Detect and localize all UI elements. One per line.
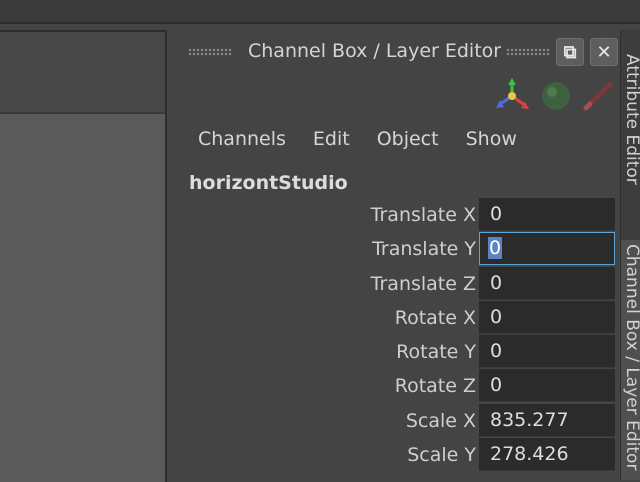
attribute-label[interactable]: Rotate Y [396,341,476,363]
attribute-value-field[interactable]: 0 [479,266,615,300]
attribute-label[interactable]: Scale X [406,410,476,432]
attribute-row-translate-y: Translate Y 0 [170,232,620,266]
attribute-label[interactable]: Translate X [371,204,476,226]
menu-edit[interactable]: Edit [313,128,350,156]
attribute-row-rotate-x: Rotate X 0 [170,300,620,335]
attribute-label[interactable]: Translate Z [371,273,476,295]
selected-object-name[interactable]: horizontStudio [189,172,348,194]
menu-object[interactable]: Object [377,128,439,156]
channel-box-panel: Channel Box / Layer Editor ⧉ ✕ Channels … [170,30,620,480]
selected-value-text: 0 [488,237,503,260]
attribute-label[interactable]: Rotate Z [395,375,476,397]
attribute-table: Translate X 0 Translate Y 0 Translate Z … [170,198,620,472]
attribute-value-field[interactable]: 0 [479,198,615,231]
float-window-button[interactable]: ⧉ [556,38,584,66]
attribute-value-field[interactable]: 278.426 [479,438,615,472]
sphere-icon[interactable] [538,78,574,114]
side-tab-strip: Attribute Editor Channel Box / Layer Edi… [620,30,640,480]
attribute-row-rotate-z: Rotate Z 0 [170,369,620,403]
attribute-label[interactable]: Rotate X [395,307,476,329]
tab-attribute-editor-label: Attribute Editor [622,54,640,185]
panel-title: Channel Box / Layer Editor [248,40,502,62]
menu-show[interactable]: Show [466,128,517,156]
viewport-body[interactable] [0,114,165,482]
top-strip [0,0,640,24]
drag-handle-right[interactable] [506,48,550,56]
attribute-row-scale-y: Scale Y 278.426 [170,438,620,472]
viewport-panel [0,30,167,482]
float-window-icon: ⧉ [563,41,577,63]
menu-channels[interactable]: Channels [198,128,286,156]
tab-channel-box-label: Channel Box / Layer Editor [622,244,640,471]
attribute-value-field-active[interactable]: 0 [479,232,615,266]
tab-attribute-editor[interactable]: Attribute Editor [621,50,640,232]
attribute-row-translate-z: Translate Z 0 [170,266,620,301]
attribute-value-field[interactable]: 0 [479,335,615,369]
attribute-row-scale-x: Scale X 835.277 [170,403,620,438]
close-panel-button[interactable]: ✕ [590,38,618,66]
attribute-value-field[interactable]: 835.277 [479,403,615,437]
panel-title-bar[interactable]: Channel Box / Layer Editor ⧉ ✕ [170,30,620,74]
pen-icon[interactable] [580,78,616,114]
tab-channel-box[interactable]: Channel Box / Layer Editor [621,240,640,480]
attribute-label[interactable]: Scale Y [407,444,476,466]
close-icon: ✕ [596,41,612,63]
viewport-header [0,32,165,114]
axis-icon[interactable] [494,78,530,114]
attribute-row-translate-x: Translate X 0 [170,198,620,232]
attribute-row-rotate-y: Rotate Y 0 [170,335,620,369]
attribute-value-field[interactable]: 0 [479,369,615,403]
menu-bar: Channels Edit Object Show [198,128,544,156]
attribute-label[interactable]: Translate Y [372,238,476,260]
attribute-value-field[interactable]: 0 [479,300,615,334]
drag-handle-left[interactable] [188,48,232,56]
